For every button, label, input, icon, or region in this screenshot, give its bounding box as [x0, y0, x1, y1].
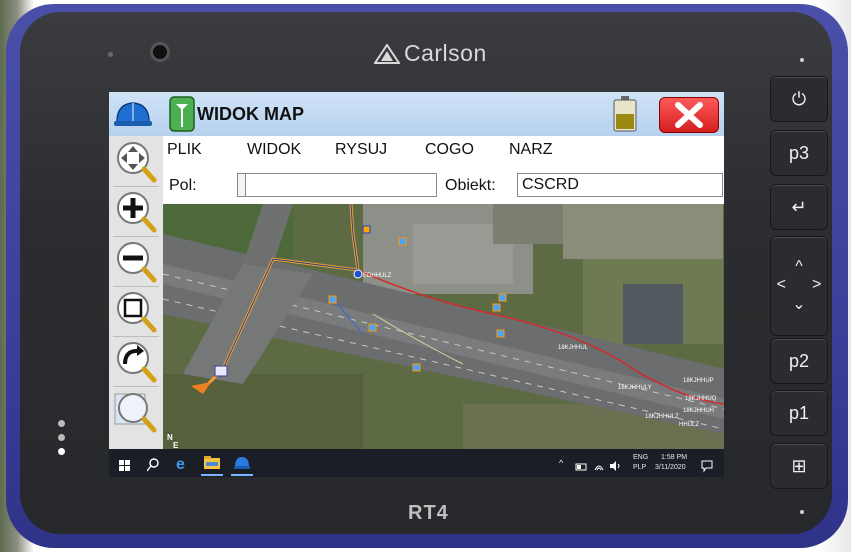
zoom-out-button[interactable]: [113, 238, 159, 287]
tablet-mode-icon[interactable]: [575, 458, 587, 476]
language-bottom[interactable]: PLP: [633, 464, 646, 471]
power-button[interactable]: ⏻: [770, 76, 828, 122]
attribute-row: Pol: Obiekt: CSCRD: [163, 168, 724, 204]
active-app-indicator: [201, 474, 223, 476]
menu-plik[interactable]: PLIK: [167, 141, 202, 159]
menu-bar: PLIK WIDOK RYSUJ COGO NARZ: [163, 136, 724, 168]
zoom-extents-button[interactable]: [113, 388, 159, 436]
windows-taskbar: e ^ ENG PLP 1:58 PM 3/11/2020: [109, 449, 724, 477]
model-name: RT4: [408, 502, 449, 524]
up-arrow-icon[interactable]: ^: [795, 258, 803, 276]
map-view[interactable]: EDHHULZ 18KJHHUL 18KJHHULY 18KJHHUP 18KJ…: [163, 204, 724, 449]
zoom-window-icon: [117, 292, 157, 333]
volume-icon[interactable]: [609, 457, 621, 475]
action-center-icon[interactable]: [701, 457, 713, 475]
p2-label: p2: [788, 350, 810, 371]
device-screen: WIDOK MAP PLIK WIDOK RYSUJ COGO NARZ Pol…: [109, 92, 724, 477]
left-arrow-icon[interactable]: <: [777, 276, 786, 294]
menu-narz[interactable]: NARZ: [509, 141, 553, 159]
file-explorer-icon[interactable]: [203, 454, 221, 472]
pol-label: Pol:: [169, 177, 197, 194]
search-icon[interactable]: [147, 456, 159, 474]
battery-icon: [613, 96, 637, 132]
p3-label: p3: [788, 142, 810, 163]
windows-icon: ⊞: [791, 455, 807, 476]
p2-button[interactable]: p2: [770, 338, 828, 384]
sensor-dot: [800, 510, 804, 514]
zoom-in-icon: [117, 192, 157, 233]
tool-sidebar: [109, 136, 163, 449]
svg-text:e: e: [176, 456, 185, 472]
down-arrow-icon[interactable]: ⌄: [792, 294, 805, 314]
aerial-map-canvas[interactable]: EDHHULZ 18KJHHUL 18KJHHULY 18KJHHUP 18KJ…: [163, 204, 724, 449]
status-led: [58, 434, 65, 441]
show-hidden-icons[interactable]: ^: [559, 458, 563, 468]
app-title: WIDOK MAP: [197, 104, 304, 124]
close-icon: [675, 102, 703, 128]
p1-label: p1: [788, 402, 810, 423]
status-led: [58, 420, 65, 427]
right-arrow-icon[interactable]: >: [812, 276, 821, 294]
map-label-3: 18KJHHUP: [683, 378, 714, 384]
zoom-out-icon: [117, 242, 157, 283]
pol-input[interactable]: [245, 173, 437, 197]
app-titlebar: WIDOK MAP: [109, 92, 724, 136]
map-label-edhhulz: EDHHULZ: [363, 273, 392, 279]
compass-east: E: [173, 441, 179, 449]
pan-tool-button[interactable]: [113, 138, 159, 187]
clock-date[interactable]: 3/11/2020: [655, 464, 686, 471]
enter-icon: ↵: [791, 196, 807, 217]
status-led: [58, 448, 65, 455]
obiekt-input[interactable]: CSCRD: [517, 173, 723, 197]
sensor-dot: [800, 58, 804, 62]
hardhat-icon[interactable]: [113, 98, 153, 130]
zoom-previous-icon: [117, 342, 157, 383]
map-label-1: 18KJHHUL: [558, 345, 589, 351]
dpad-button[interactable]: ^ < > ⌄: [770, 236, 828, 336]
windows-button[interactable]: ⊞: [770, 443, 828, 489]
power-icon: ⏻: [791, 88, 807, 109]
zoom-extents-icon: [114, 393, 157, 433]
p1-button[interactable]: p1: [770, 390, 828, 436]
enter-button[interactable]: ↵: [770, 184, 828, 230]
wifi-icon[interactable]: [593, 457, 605, 475]
brand-name: Carlson: [404, 40, 487, 66]
map-label-5: 18KJHHULZ: [645, 414, 679, 420]
microphone: [108, 52, 113, 57]
menu-cogo[interactable]: COGO: [425, 141, 474, 159]
camera-lens: [150, 42, 170, 62]
hardhat-app-icon[interactable]: [233, 454, 251, 472]
carlson-logo-icon: [374, 44, 400, 64]
start-icon[interactable]: [119, 457, 131, 475]
close-button[interactable]: [659, 97, 719, 133]
map-label-6: 18KJHHUH: [683, 408, 714, 414]
zoom-window-button[interactable]: [113, 288, 159, 337]
map-label-2: 18KJHHULY: [618, 385, 652, 391]
map-label-7: HHULZ: [679, 422, 699, 428]
obiekt-label: Obiekt:: [445, 177, 496, 194]
p3-button[interactable]: p3: [770, 130, 828, 176]
zoom-in-button[interactable]: [113, 188, 159, 237]
edge-browser-icon[interactable]: e: [175, 454, 191, 472]
active-app-indicator: [231, 474, 253, 476]
zoom-previous-button[interactable]: [113, 338, 159, 387]
menu-rysuj[interactable]: RYSUJ: [335, 141, 387, 159]
pan-icon: [117, 142, 157, 183]
clock-time[interactable]: 1:58 PM: [661, 454, 687, 461]
language-top[interactable]: ENG: [633, 454, 648, 461]
menu-widok[interactable]: WIDOK: [247, 141, 301, 159]
map-label-4: 18KJHHUQ: [685, 396, 717, 402]
survey-pole-icon[interactable]: [169, 96, 195, 132]
